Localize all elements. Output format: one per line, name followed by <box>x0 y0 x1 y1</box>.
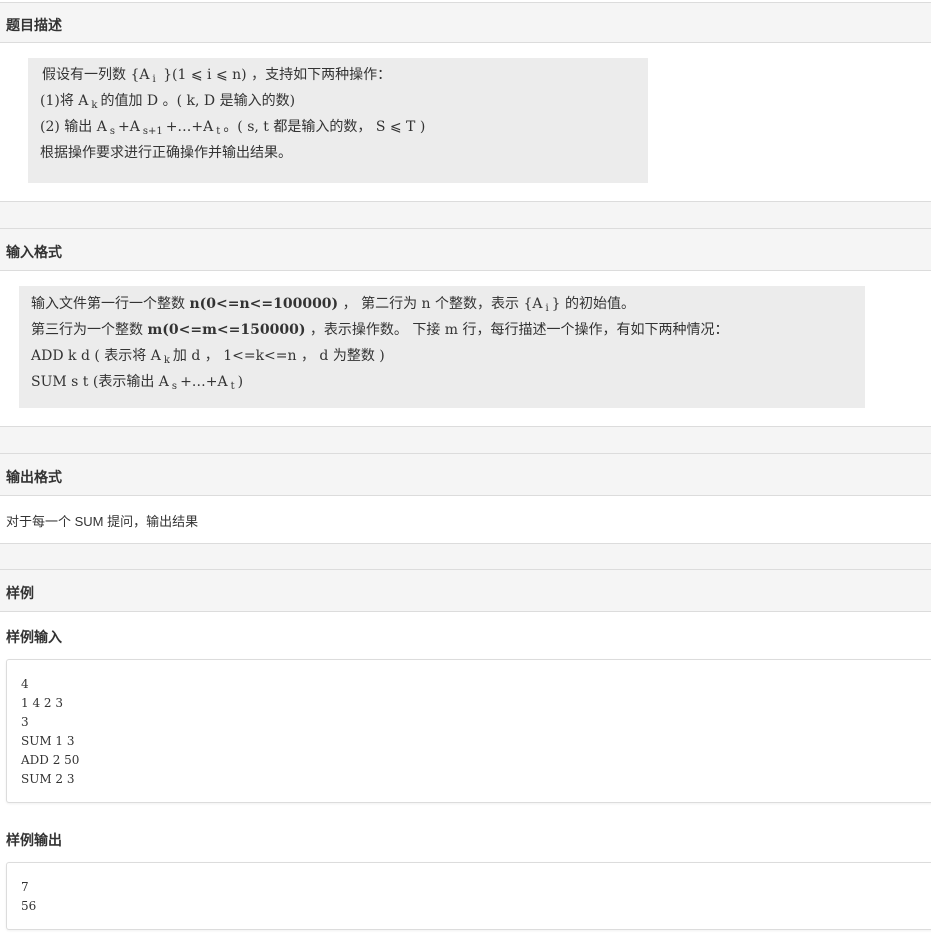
output-format-title: 输出格式 <box>6 470 62 486</box>
description-line-3: (2) 输出 As +A s+1 +…+A t 。( s, t 都是输入的数， S ⩽ T… <box>40 119 426 137</box>
output-format-text: 对于每一个 SUM 提问，输出结果 <box>6 514 199 529</box>
sample-input-line: 1 4 2 3 <box>21 696 63 710</box>
sample-header: 样例 <box>0 569 931 612</box>
sample-input-line: SUM 1 3 <box>21 734 75 748</box>
input-format-line-3: ADD k d ( 表示将 Ak加 d ， 1<=k<=n ， d 为整数 ) <box>31 348 385 366</box>
description-line-1: 假设有一列数 {A i }(1 ⩽ i ⩽ n) ，支持如下两种操作： <box>42 67 392 85</box>
input-format-line-2: 第三行为一个整数 m(0<=m<=150000) ，表示操作数。 下接 m 行，… <box>31 322 729 338</box>
description-title: 题目描述 <box>6 18 62 34</box>
description-line-4: 根据操作要求进行正确操作并输出结果。 <box>40 145 292 161</box>
sample-input-line: SUM 2 3 <box>21 772 75 786</box>
sample-input-title: 样例输入 <box>6 630 62 646</box>
section-gap <box>0 201 931 228</box>
section-gap <box>0 543 931 569</box>
input-format-line-4: SUM s t (表示输出 As +…+A t) <box>31 374 244 392</box>
sample-input-line: ADD 2 50 <box>21 753 80 767</box>
description-line-2: (1)将 Ak 的值加 D 。( k, D 是输入的数) <box>40 93 296 111</box>
input-format-header: 输入格式 <box>0 228 931 271</box>
sample-input-block[interactable]: 4 1 4 2 3 3 SUM 1 3 ADD 2 50 SUM 2 3 <box>6 659 931 803</box>
sample-input-line: 4 <box>21 677 29 691</box>
sample-title: 样例 <box>6 586 34 602</box>
input-format-line-1: 输入文件第一行一个整数 n(0<=n<=100000) ， 第二行为 n 个整数… <box>31 296 636 314</box>
description-box: 假设有一列数 {A i }(1 ⩽ i ⩽ n) ，支持如下两种操作： (1)将 … <box>28 58 648 183</box>
sample-output-line: 7 <box>21 880 29 894</box>
sample-output-line: 56 <box>21 899 37 913</box>
output-format-header: 输出格式 <box>0 453 931 496</box>
input-format-box: 输入文件第一行一个整数 n(0<=n<=100000) ， 第二行为 n 个整数… <box>19 286 865 408</box>
sample-input-line: 3 <box>21 715 29 729</box>
sample-output-block[interactable]: 7 56 <box>6 862 931 930</box>
description-header: 题目描述 <box>0 2 931 43</box>
section-gap <box>0 426 931 453</box>
input-format-title: 输入格式 <box>6 245 62 261</box>
sample-output-title: 样例输出 <box>6 833 62 849</box>
